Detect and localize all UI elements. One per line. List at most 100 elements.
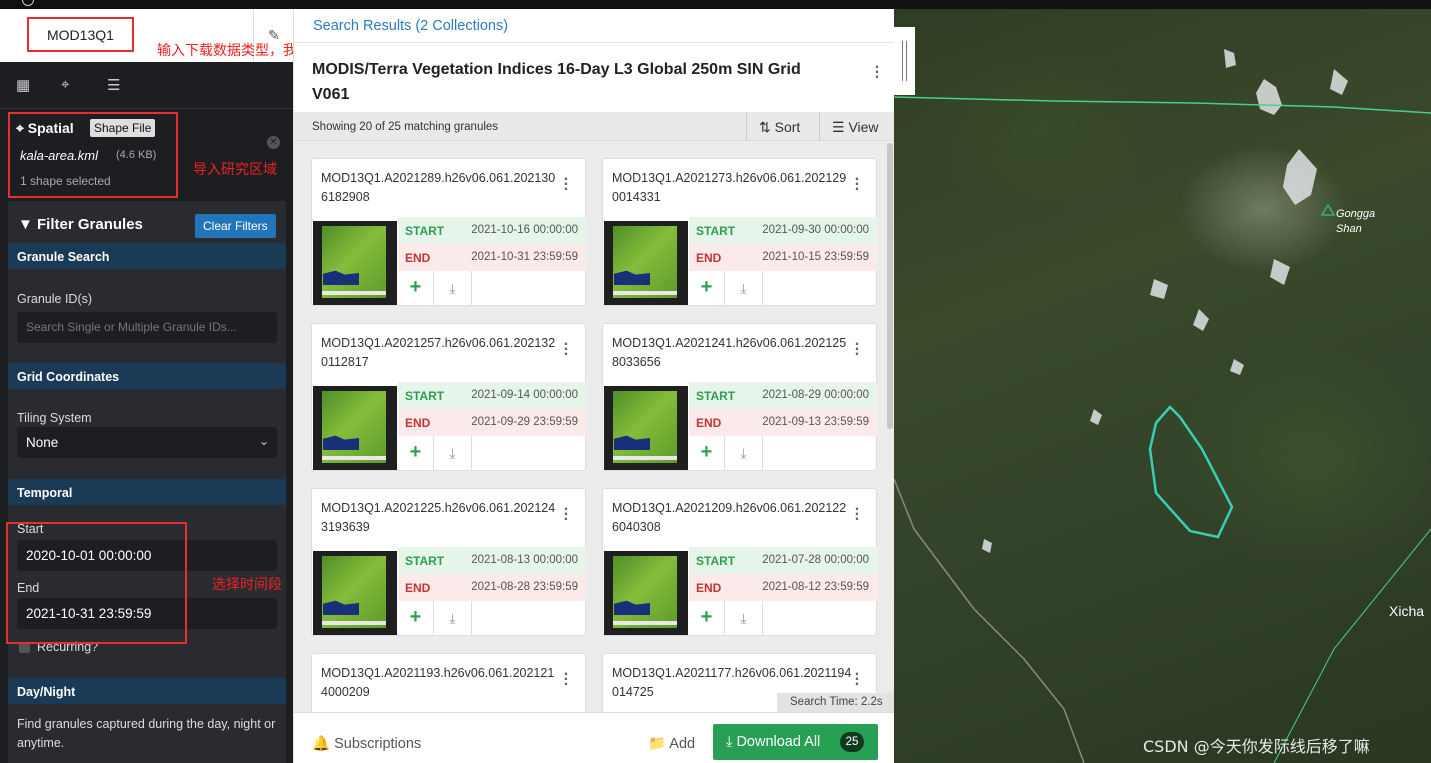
crop-icon: ⌖	[16, 120, 28, 136]
day-night-description: Find granules captured during the day, n…	[17, 717, 276, 750]
kebab-icon[interactable]: ...	[562, 168, 570, 194]
kebab-icon[interactable]: ...	[873, 56, 881, 82]
end-time: 2021-09-13 23:59:59	[762, 416, 869, 428]
scrollbar[interactable]	[887, 143, 893, 429]
granule-card[interactable]: MOD13Q1.A2021225.h26v06.061.202124319363…	[311, 488, 586, 636]
granule-actions: + ⤓	[398, 271, 586, 305]
app-root: MOD13Q1 ✎ 输入下载数据类型，我这里是250m的旬数据 ▦ ⌖ ☰ ⌖ …	[0, 0, 1431, 763]
add-granule-button[interactable]: +	[689, 436, 725, 470]
start-time: 2021-07-28 00:00:00	[762, 554, 869, 566]
start-row: START 2021-08-29 00:00:00	[689, 382, 877, 409]
add-granule-button[interactable]: +	[398, 436, 434, 470]
end-row: END 2021-08-28 23:59:59	[398, 574, 586, 601]
time-highlight-box	[6, 522, 187, 644]
kebab-icon[interactable]: ...	[853, 498, 861, 524]
folder-add-icon: 📁	[648, 736, 670, 752]
kebab-icon[interactable]: ...	[562, 663, 570, 689]
study-area-polygon	[1148, 405, 1234, 539]
granule-card[interactable]: MOD13Q1.A2021209.h26v06.061.202122604030…	[602, 488, 877, 636]
download-all-button[interactable]: ⤓ Download All 25	[713, 724, 878, 760]
map-label-xicha: Xicha	[1389, 603, 1425, 619]
kml-file-size: (4.6 KB)	[116, 149, 157, 161]
granule-id-label: Granule ID(s)	[17, 292, 93, 306]
showing-count: Showing 20 of 25 matching granules	[312, 121, 499, 133]
granule-thumbnail	[604, 221, 688, 305]
search-input[interactable]: MOD13Q1	[27, 17, 134, 52]
sliders-icon[interactable]: ☰	[107, 76, 120, 94]
add-granule-button[interactable]: +	[398, 601, 434, 635]
tiling-system-select[interactable]: None ⌄	[17, 427, 277, 458]
start-row: START 2021-08-13 00:00:00	[398, 547, 586, 574]
view-button[interactable]: ☰ View	[819, 112, 895, 141]
kebab-icon[interactable]: ...	[562, 333, 570, 359]
granule-list: MOD13Q1.A2021289.h26v06.061.202130618290…	[294, 141, 895, 712]
shape-file-button[interactable]: Shape File	[90, 119, 156, 137]
granule-thumbnail	[313, 221, 397, 305]
chevron-down-icon: ⌄	[258, 434, 269, 448]
grid-coordinates-heading: Grid Coordinates	[8, 363, 286, 389]
sort-button[interactable]: ⇅ Sort	[746, 112, 819, 141]
granule-card[interactable]: MOD13Q1.A2021257.h26v06.061.202132011281…	[311, 323, 586, 471]
start-time: 2021-08-29 00:00:00	[762, 389, 869, 401]
day-night-heading: Day/Night	[8, 678, 286, 704]
collection-title: MODIS/Terra Vegetation Indices 16-Day L3…	[312, 61, 801, 103]
temporal-heading: Temporal	[8, 479, 286, 505]
results-header: Search Results (2 Collections)	[294, 9, 895, 43]
add-granule-button[interactable]: +	[689, 601, 725, 635]
granule-id-input[interactable]: Search Single or Multiple Granule IDs...	[17, 312, 277, 343]
results-heading[interactable]: Search Results (2 Collections)	[313, 18, 508, 34]
granule-card[interactable]: MOD13Q1.A2021241.h26v06.061.202125803365…	[602, 323, 877, 471]
map-resize-handle[interactable]	[894, 27, 915, 95]
granule-id: MOD13Q1.A2021193.h26v06.061.202121400020…	[321, 666, 555, 699]
remove-spatial-button[interactable]: ✕	[267, 136, 280, 149]
download-icon[interactable]: ⤓	[725, 271, 763, 305]
subscriptions-button[interactable]: 🔔 Subscriptions	[312, 735, 421, 752]
kebab-icon[interactable]: ...	[853, 168, 861, 194]
tiling-system-label: Tiling System	[17, 411, 92, 425]
results-footer: 🔔 Subscriptions 📁 Add ⤓ Download All 25	[294, 712, 895, 763]
watermark: CSDN @今天你发际线后移了嘛	[1143, 737, 1370, 756]
granule-card[interactable]: MOD13Q1.A2021289.h26v06.061.202130618290…	[311, 158, 586, 306]
start-row: START 2021-07-28 00:00:00	[689, 547, 877, 574]
calendar-icon[interactable]: ▦	[16, 76, 30, 94]
map-view[interactable]: Gongga Shan Xicha	[894, 9, 1431, 763]
download-icon: ⤓	[726, 734, 737, 750]
end-row: END 2021-10-15 23:59:59	[689, 244, 877, 271]
granule-id: MOD13Q1.A2021273.h26v06.061.202129001433…	[612, 171, 847, 204]
clear-filters-button[interactable]: Clear Filters	[195, 214, 276, 238]
download-icon[interactable]: ⤓	[434, 271, 472, 305]
crop-icon[interactable]: ⌖	[61, 76, 69, 93]
granule-id: MOD13Q1.A2021241.h26v06.061.202125803365…	[612, 336, 847, 369]
results-panel: Search Results (2 Collections) MODIS/Ter…	[293, 9, 895, 763]
end-row: END 2021-09-29 23:59:59	[398, 409, 586, 436]
granule-thumbnail	[604, 551, 688, 635]
download-icon[interactable]: ⤓	[434, 436, 472, 470]
start-time: 2021-10-16 00:00:00	[471, 224, 578, 236]
granule-card[interactable]: MOD13Q1.A2021193.h26v06.061.202121400020…	[311, 653, 586, 712]
boundary-line	[1273, 528, 1431, 763]
start-time: 2021-09-14 00:00:00	[471, 389, 578, 401]
kebab-icon[interactable]: ...	[562, 498, 570, 524]
spatial-title: ⌖ Spatial	[16, 120, 74, 136]
map-overlay	[894, 49, 1431, 763]
granule-search-heading: Granule Search	[8, 243, 286, 269]
download-icon[interactable]: ⤓	[725, 601, 763, 635]
add-button[interactable]: 📁 Add	[648, 735, 695, 752]
spatial-section: ⌖ Spatial Shape File kala-area.kml (4.6 …	[0, 109, 293, 201]
download-icon[interactable]: ⤓	[725, 436, 763, 470]
granule-card[interactable]: MOD13Q1.A2021273.h26v06.061.202129001433…	[602, 158, 877, 306]
granule-id: MOD13Q1.A2021289.h26v06.061.202130618290…	[321, 171, 556, 204]
mountain-icon	[1320, 203, 1336, 216]
tool-row: ▦ ⌖ ☰	[0, 62, 293, 109]
kebab-icon[interactable]: ...	[853, 333, 861, 359]
list-icon: ☰	[832, 119, 849, 135]
add-granule-button[interactable]: +	[689, 271, 725, 305]
start-row: START 2021-09-30 00:00:00	[689, 217, 877, 244]
boundary-line	[894, 96, 1431, 114]
kebab-icon[interactable]: ...	[853, 663, 861, 689]
download-count-badge: 25	[840, 732, 864, 752]
start-time: 2021-08-13 00:00:00	[471, 554, 578, 566]
end-row: END 2021-08-12 23:59:59	[689, 574, 877, 601]
add-granule-button[interactable]: +	[398, 271, 434, 305]
download-icon[interactable]: ⤓	[434, 601, 472, 635]
